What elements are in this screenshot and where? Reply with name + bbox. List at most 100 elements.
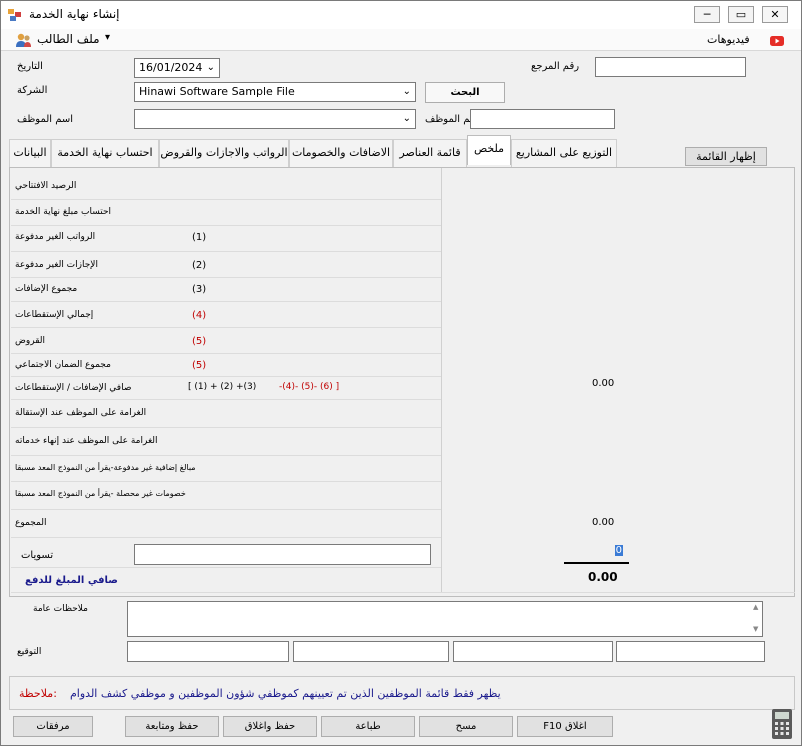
signature-label: التوقيع xyxy=(17,647,42,657)
date-label: التاريخ xyxy=(17,61,43,72)
company-value: Hinawi Software Sample File xyxy=(139,85,295,98)
row-label-uncollected-deductions: خصومات غير محصلة -يقرأ من النموذج المعد … xyxy=(15,489,186,498)
attachments-button[interactable]: مرفقات xyxy=(13,716,93,737)
general-notes-textarea[interactable] xyxy=(127,601,763,637)
date-picker[interactable]: 16/01/2024 ⌄ xyxy=(134,58,220,78)
row-label-resignation-penalty: الغرامة على الموظف عند الإستقالة xyxy=(15,408,147,418)
tab-project-distribution[interactable]: التوزيع على المشاريع xyxy=(511,139,617,167)
menu-dropdown-arrow[interactable]: ▾ xyxy=(105,32,110,43)
row-label-unpaid-leaves: الإجازات الغير مدفوعة xyxy=(15,260,98,270)
menu-bar: ملف الطالب ▾ فيديوهات xyxy=(1,29,801,51)
note-text: يظهر فقط قائمة الموظفين الذين تم تعيينهم… xyxy=(70,687,501,700)
save-close-button[interactable]: حفظ واغلاق xyxy=(223,716,317,737)
signature-field-2[interactable] xyxy=(293,641,449,662)
scroll-down-icon[interactable]: ▼ xyxy=(753,625,758,633)
column-divider xyxy=(441,168,442,593)
marker-2: (2) xyxy=(192,260,207,271)
row-label-loans: القروض xyxy=(15,336,45,346)
marker-3: (3) xyxy=(192,284,207,295)
row-divider xyxy=(11,277,441,278)
general-notes-label: ملاحظات عامة xyxy=(33,604,88,614)
save-continue-button[interactable]: حفظ ومتابعة xyxy=(125,716,219,737)
total-value: 0.00 xyxy=(592,517,615,528)
employee-number-input[interactable] xyxy=(470,109,615,129)
signature-field-1[interactable] xyxy=(127,641,289,662)
reference-input[interactable] xyxy=(595,57,746,77)
row-label-social-security: مجموع الضمان الاجتماعي xyxy=(15,360,111,370)
tab-eos-calculation[interactable]: احتساب نهاية الخدمة xyxy=(51,139,159,167)
row-label-total-deductions: إجمالي الإستقطاعات xyxy=(15,310,94,320)
company-select[interactable]: Hinawi Software Sample File ⌄ xyxy=(134,82,416,102)
row-label-unpaid-salaries: الرواتب الغير مدفوعة xyxy=(15,232,96,242)
chevron-down-icon[interactable]: ⌄ xyxy=(403,110,411,128)
scroll-up-icon[interactable]: ▲ xyxy=(753,603,758,611)
window-title: إنشاء نهاية الخدمة xyxy=(29,7,120,21)
row-label-adjustments: تسويات xyxy=(21,550,54,561)
row-divider xyxy=(11,455,441,456)
row-label-total: المجموع xyxy=(15,518,47,528)
tab-summary[interactable]: ملخص xyxy=(467,135,511,165)
adjustments-amount-field[interactable]: 0 xyxy=(564,544,629,564)
employee-file-menu[interactable]: ملف الطالب xyxy=(37,32,100,46)
employee-name-label: اسم الموظف xyxy=(17,114,74,125)
formula-additions: [ (1) + (2) +(3) xyxy=(188,382,257,392)
net-additions-value: 0.00 xyxy=(592,378,615,389)
minimize-button[interactable]: ─ xyxy=(694,6,720,23)
chevron-down-icon[interactable]: ⌄ xyxy=(403,83,411,101)
row-divider xyxy=(11,399,441,400)
row-divider xyxy=(11,353,441,354)
calculator-icon[interactable] xyxy=(771,708,793,740)
title-bar: إنشاء نهاية الخدمة ─ ▭ ✕ xyxy=(1,1,801,29)
row-label-opening-balance: الرصيد الافتتاحي xyxy=(15,181,77,191)
adjustments-text-input[interactable] xyxy=(134,544,431,565)
tab-items-list[interactable]: قائمة العناصر xyxy=(393,139,467,167)
row-label-unpaid-extras: مبالغ إضافية غير مدفوعة-يقرأ من النموذج … xyxy=(15,463,196,472)
reference-label: رقم المرجع xyxy=(531,61,580,72)
row-divider xyxy=(11,301,441,302)
row-divider xyxy=(11,592,795,593)
row-divider xyxy=(11,509,441,510)
tab-data[interactable]: البيانات xyxy=(9,139,51,167)
close-window-button[interactable]: ✕ xyxy=(762,6,788,23)
note-prefix: ملاحظة: xyxy=(19,687,57,700)
row-label-net-payable: صافي المبلغ للدفع xyxy=(25,575,118,586)
row-divider xyxy=(11,327,441,328)
users-icon xyxy=(16,33,31,47)
summary-panel xyxy=(9,167,795,597)
marker-1: (1) xyxy=(192,232,207,243)
row-divider xyxy=(11,251,441,252)
row-divider xyxy=(11,199,441,200)
show-list-button[interactable]: إظهار القائمة xyxy=(685,147,767,166)
signature-field-4[interactable] xyxy=(616,641,765,662)
tab-additions-deductions[interactable]: الاضافات والخصومات xyxy=(289,139,393,167)
marker-5b: (5) xyxy=(192,360,207,371)
app-icon xyxy=(8,9,21,21)
signature-field-3[interactable] xyxy=(453,641,613,662)
adjustments-value: 0 xyxy=(614,545,623,556)
row-divider xyxy=(11,225,441,226)
row-divider xyxy=(11,427,441,428)
row-label-eos-amount: احتساب مبلغ نهاية الخدمة xyxy=(15,207,112,217)
net-payable-value: 0.00 xyxy=(588,570,618,584)
date-value: 16/01/2024 xyxy=(139,61,203,74)
marker-4: (4) xyxy=(192,310,207,321)
row-label-total-additions: مجموع الإضافات xyxy=(15,284,78,294)
employee-name-select[interactable]: ⌄ xyxy=(134,109,416,129)
clear-button[interactable]: مسح xyxy=(419,716,513,737)
close-button[interactable]: F10 اغلاق xyxy=(517,716,613,737)
print-button[interactable]: طباعة xyxy=(321,716,415,737)
restore-button[interactable]: ▭ xyxy=(728,6,754,23)
window: إنشاء نهاية الخدمة ─ ▭ ✕ ملف الطالب ▾ في… xyxy=(0,0,802,746)
youtube-icon[interactable] xyxy=(770,36,784,46)
row-divider xyxy=(11,537,441,538)
videos-link[interactable]: فيديوهات xyxy=(707,33,750,46)
company-label: الشركة xyxy=(17,85,48,96)
search-button[interactable]: البحث xyxy=(425,82,505,103)
tab-salaries-leaves-loans[interactable]: الرواتب والاجازات والقروض xyxy=(159,139,289,167)
chevron-down-icon[interactable]: ⌄ xyxy=(207,59,215,77)
row-divider xyxy=(11,376,441,377)
marker-5: (5) xyxy=(192,336,207,347)
row-label-net-additions-deductions: صافي الإضافات / الإستقطاعات xyxy=(15,383,132,393)
formula-deductions: -(4)- (5)- (6) ] xyxy=(279,382,340,392)
row-label-termination-penalty: الغرامة على الموظف عند إنهاء خدماته xyxy=(15,436,158,446)
